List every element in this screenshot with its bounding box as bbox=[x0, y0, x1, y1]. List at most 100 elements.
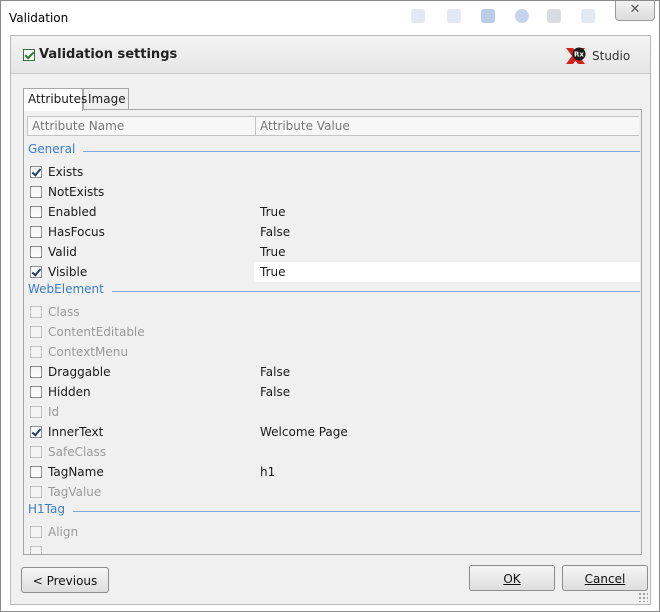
attribute-value-cell[interactable] bbox=[254, 342, 640, 362]
attribute-value-cell[interactable] bbox=[254, 522, 640, 542]
group-label: WebElement bbox=[28, 282, 104, 296]
title-bar[interactable]: Validation ✕ bbox=[1, 1, 659, 35]
attribute-row[interactable]: NotExists bbox=[24, 182, 636, 202]
attribute-checkbox bbox=[30, 486, 42, 498]
previous-button[interactable]: < Previous bbox=[21, 567, 109, 593]
attribute-row[interactable]: True Visible bbox=[24, 262, 640, 282]
checkbox-check-icon bbox=[23, 49, 35, 61]
attribute-value: h1 bbox=[260, 465, 276, 479]
attribute-checkbox[interactable] bbox=[30, 466, 42, 478]
column-header: Attribute Name Attribute Value bbox=[27, 116, 639, 136]
attribute-name: Visible bbox=[48, 265, 88, 279]
ok-button[interactable]: OK bbox=[469, 565, 555, 591]
settings-title: Validation settings bbox=[39, 47, 178, 62]
attribute-value-cell[interactable] bbox=[254, 542, 640, 554]
group-label: H1Tag bbox=[28, 502, 65, 516]
group-header[interactable]: H1Tag bbox=[28, 502, 640, 522]
attribute-value-cell[interactable] bbox=[254, 482, 640, 502]
attribute-row[interactable]: ContextMenu bbox=[24, 342, 636, 362]
attribute-list[interactable]: General Exists NotExists True Enabled False Ha… bbox=[24, 140, 643, 554]
svg-text:Rx: Rx bbox=[574, 51, 584, 59]
attribute-row[interactable]: False Hidden bbox=[24, 382, 636, 402]
attribute-name: Hidden bbox=[48, 385, 91, 399]
app-icon bbox=[481, 9, 495, 23]
close-button[interactable]: ✕ bbox=[615, 1, 655, 21]
column-separator[interactable] bbox=[255, 117, 256, 135]
attribute-value-cell[interactable] bbox=[254, 302, 640, 322]
attribute-value-cell[interactable] bbox=[254, 182, 640, 202]
attribute-name: Align bbox=[48, 525, 79, 539]
attribute-row[interactable]: Class bbox=[24, 302, 636, 322]
attribute-name: TagName bbox=[48, 465, 104, 479]
attribute-row[interactable]: SafeClass bbox=[24, 442, 636, 462]
attribute-value-cell[interactable] bbox=[254, 442, 640, 462]
attribute-row[interactable]: False Draggable bbox=[24, 362, 636, 382]
attribute-value: False bbox=[260, 365, 291, 379]
attribute-row[interactable]: ContentEditable bbox=[24, 322, 636, 342]
group-divider bbox=[72, 511, 640, 512]
attribute-name: Class bbox=[48, 305, 80, 319]
attribute-checkbox[interactable] bbox=[30, 386, 42, 398]
attribute-value-cell[interactable]: True bbox=[254, 262, 640, 282]
attribute-row[interactable]: TagValue bbox=[24, 482, 636, 502]
group-header[interactable]: WebElement bbox=[28, 282, 640, 302]
app-icon bbox=[515, 9, 529, 23]
attribute-value-cell[interactable]: True bbox=[254, 242, 640, 262]
attribute-value-cell[interactable]: Welcome Page bbox=[254, 422, 640, 442]
attribute-checkbox[interactable] bbox=[30, 246, 42, 258]
column-attribute-value[interactable]: Attribute Value bbox=[260, 119, 350, 133]
window-title: Validation bbox=[9, 11, 69, 25]
group-divider bbox=[111, 291, 640, 292]
attribute-value: Welcome Page bbox=[260, 425, 348, 439]
attribute-value-cell[interactable]: False bbox=[254, 362, 640, 382]
attribute-name: Draggable bbox=[48, 365, 111, 379]
attribute-checkbox[interactable] bbox=[30, 186, 42, 198]
attribute-name: Valid bbox=[48, 245, 77, 259]
attribute-checkbox[interactable] bbox=[30, 226, 42, 238]
column-attribute-name[interactable]: Attribute Name bbox=[32, 119, 124, 133]
attribute-checkbox[interactable] bbox=[30, 366, 42, 378]
ranorex-logo-icon: Rx bbox=[566, 47, 586, 64]
attribute-name: ContextMenu bbox=[48, 345, 128, 359]
dialog-content: Validation settings Rx Studio Attributes… bbox=[10, 35, 651, 605]
group-header[interactable]: General bbox=[28, 142, 640, 162]
attribute-checkbox bbox=[30, 526, 42, 538]
attribute-row[interactable]: Exists bbox=[24, 162, 636, 182]
attribute-value: False bbox=[260, 385, 291, 399]
attribute-row[interactable]: False HasFocus bbox=[24, 222, 636, 242]
attributes-panel: Attribute Name Attribute Value General Ex… bbox=[23, 109, 642, 555]
attribute-row[interactable]: True Enabled bbox=[24, 202, 636, 222]
attribute-name: Enabled bbox=[48, 205, 97, 219]
cancel-button[interactable]: Cancel bbox=[562, 565, 648, 591]
attribute-value-cell[interactable]: h1 bbox=[254, 462, 640, 482]
attribute-value-cell[interactable]: False bbox=[254, 222, 640, 242]
attribute-name: NotExists bbox=[48, 185, 105, 199]
attribute-value-cell[interactable]: False bbox=[254, 382, 640, 402]
attribute-checkbox[interactable] bbox=[30, 166, 42, 178]
attribute-value: True bbox=[260, 205, 286, 219]
attribute-value-cell[interactable] bbox=[254, 162, 640, 182]
attribute-row[interactable]: Welcome Page InnerText bbox=[24, 422, 636, 442]
attribute-name: InnerText bbox=[48, 425, 104, 439]
resize-grip[interactable] bbox=[638, 592, 648, 602]
attribute-row[interactable] bbox=[24, 542, 636, 554]
attribute-checkbox[interactable] bbox=[30, 266, 42, 278]
close-icon: ✕ bbox=[629, 2, 641, 17]
attribute-value: True bbox=[260, 245, 286, 259]
settings-header: Validation settings Rx Studio bbox=[11, 36, 650, 74]
attribute-value-cell[interactable] bbox=[254, 322, 640, 342]
attribute-checkbox[interactable] bbox=[30, 426, 42, 438]
attribute-checkbox bbox=[30, 326, 42, 338]
attribute-name: TagValue bbox=[48, 485, 102, 499]
tab-attributes[interactable]: Attributes bbox=[23, 88, 87, 111]
attribute-row[interactable]: Id bbox=[24, 402, 636, 422]
attribute-value-cell[interactable]: True bbox=[254, 202, 640, 222]
attribute-name: HasFocus bbox=[48, 225, 105, 239]
tab-image[interactable]: Image bbox=[83, 88, 129, 110]
attribute-row[interactable]: h1 TagName bbox=[24, 462, 636, 482]
attribute-name: Id bbox=[48, 405, 60, 419]
attribute-row[interactable]: Align bbox=[24, 522, 636, 542]
attribute-row[interactable]: True Valid bbox=[24, 242, 636, 262]
attribute-value-cell[interactable] bbox=[254, 402, 640, 422]
attribute-checkbox[interactable] bbox=[30, 206, 42, 218]
